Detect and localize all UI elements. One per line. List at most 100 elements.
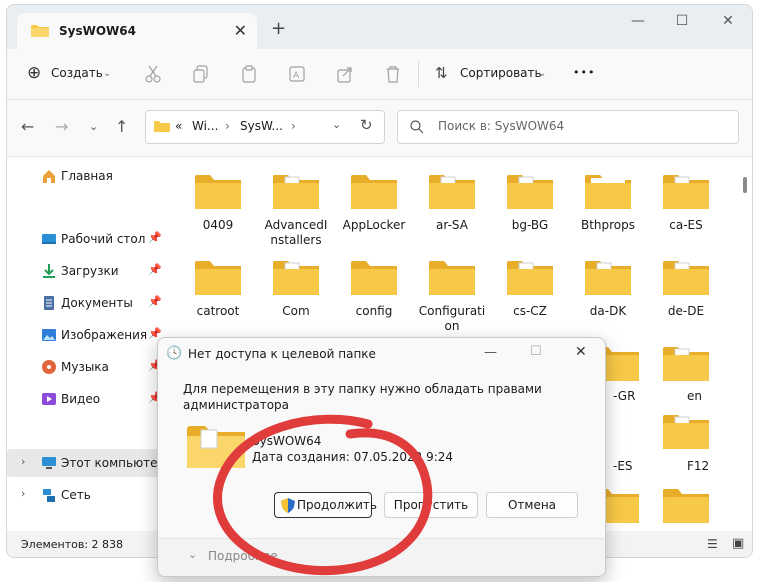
details-chevron-icon[interactable]: ⌄ [188,548,197,561]
folder-icon [31,25,49,37]
folder-item[interactable]: Bthprops [573,173,643,233]
folder-item[interactable] [651,487,721,528]
dialog-title: Нет доступа к целевой папке [188,347,376,361]
breadcrumb-overflow[interactable]: « [175,119,182,133]
dialog-close-button[interactable]: ✕ [575,344,587,360]
folder-item[interactable]: AppLocker [339,173,409,233]
breadcrumb-windows[interactable]: Wi... [192,119,218,133]
details-toggle[interactable]: Подробнее [208,549,278,563]
item-count: Элементов: 2 838 [21,538,124,551]
address-history-icon[interactable]: ⌄ [332,118,341,131]
skip-button[interactable]: Пропустить [384,492,478,518]
rename-icon[interactable]: A [289,65,305,83]
share-icon[interactable] [337,65,353,83]
folder-name: de-DE [667,304,705,318]
delete-icon[interactable] [385,65,401,83]
folder-item[interactable]: 0409 [183,173,253,233]
sidebar-item-label: Документы [61,296,133,310]
folder-item[interactable]: ar-SA [417,173,487,233]
tab-title: SysWOW64 [59,24,136,38]
sidebar-item-label: Видео [61,392,101,406]
more-options-button[interactable]: ••• [573,66,595,79]
recent-chevron-icon[interactable]: ⌄ [89,120,98,133]
folder-icon [663,175,709,209]
folder-name: -ES [613,459,633,473]
pin-icon[interactable]: 📌 [148,295,162,308]
dialog-minimize-button[interactable]: — [484,345,497,360]
folder-name: 0409 [202,218,234,232]
chevron-down-icon[interactable]: ⌄ [103,68,111,79]
close-button[interactable]: ✕ [713,13,743,29]
sidebar-item-video[interactable]: Видео 📌 [7,385,169,413]
expand-chevron-icon[interactable]: › [21,487,25,500]
folder-item[interactable] [651,345,721,386]
folder-item[interactable]: cs-CZ [495,259,565,319]
back-arrow-icon[interactable]: ← [21,117,34,136]
details-view-icon[interactable]: ☰ [707,537,718,551]
pin-icon[interactable]: 📌 [148,263,162,276]
folder-item[interactable]: catroot [183,259,253,319]
folder-name: catroot [196,304,240,318]
copy-icon[interactable] [193,65,209,83]
address-bar[interactable]: « Wi... › SysW... › ⌄ ↻ [145,110,385,144]
minimize-button[interactable]: — [623,13,653,29]
sidebar-item-label: Главная [61,169,113,183]
up-arrow-icon[interactable]: ↑ [115,117,128,136]
folder-item[interactable]: AdvancedI nstallers [261,173,331,248]
create-button[interactable]: Создать [51,66,103,80]
folder-name: Com [282,304,310,318]
sort-icon[interactable]: ⇅ [435,64,448,82]
breadcrumb-syswow64[interactable]: SysW... [240,119,283,133]
folder-item[interactable]: Com [261,259,331,319]
sidebar-item-label: Музыка [61,360,109,374]
images-icon [42,329,56,341]
dialog-maximize-button[interactable]: ☐ [530,344,542,359]
continue-button[interactable]: Продолжить [274,492,377,518]
tiles-view-icon[interactable]: ▣ [732,536,744,551]
refresh-icon[interactable]: ↻ [360,116,373,134]
folder-icon [663,489,709,523]
sidebar-item-home[interactable]: Главная [7,162,169,190]
breadcrumb-separator: › [225,119,230,133]
video-icon [42,393,56,405]
folder-icon [585,261,631,295]
sidebar-item-network[interactable]: › Сеть [7,481,169,509]
folder-name: ar-SA [436,218,468,232]
folder-item[interactable]: ca-ES [651,173,721,233]
sidebar-item-images[interactable]: Изображения 📌 [7,321,169,349]
tab-close-icon[interactable]: ✕ [234,21,247,40]
folder-item[interactable]: Configurati on [417,259,487,334]
folder-name: ca-ES [669,218,703,232]
folder-icon [429,261,475,295]
pin-icon[interactable]: 📌 [148,231,162,244]
sort-chevron-icon[interactable]: ⌄ [538,68,546,79]
expand-chevron-icon[interactable]: › [21,455,25,468]
folder-icon [663,415,709,449]
sidebar-item-this-pc[interactable]: › Этот компьютер [7,449,169,477]
sort-button[interactable]: Сортировать [460,66,542,80]
sidebar-item-downloads[interactable]: Загрузки 📌 [7,257,169,285]
cut-icon[interactable] [145,65,161,83]
tab-syswow64[interactable]: SysWOW64 ✕ [17,13,257,49]
scroll-thumb[interactable] [743,177,747,193]
folder-item[interactable] [651,413,721,454]
vertical-scrollbar[interactable] [741,157,749,531]
folder-item[interactable]: config [339,259,409,319]
plus-circle-icon[interactable]: ⊕ [27,63,41,83]
new-tab-button[interactable]: + [271,18,286,39]
folder-name: -GR [613,389,636,403]
paste-icon[interactable] [241,65,257,83]
maximize-button[interactable]: ☐ [667,13,697,29]
sidebar-item-desktop[interactable]: Рабочий стол 📌 [7,225,169,253]
sidebar-item-music[interactable]: Музыка 📌 [7,353,169,381]
toolbar-divider [418,61,419,87]
folder-item[interactable]: bg-BG [495,173,565,233]
sidebar-item-documents[interactable]: Документы 📌 [7,289,169,317]
forward-arrow-icon[interactable]: → [55,117,68,136]
cancel-button[interactable]: Отмена [486,492,578,518]
desktop-icon [42,234,56,244]
folder-item[interactable]: de-DE [651,259,721,319]
folder-icon [273,175,319,209]
search-input[interactable]: Поиск в: SysWOW64 [397,110,739,144]
folder-item[interactable]: da-DK [573,259,643,319]
